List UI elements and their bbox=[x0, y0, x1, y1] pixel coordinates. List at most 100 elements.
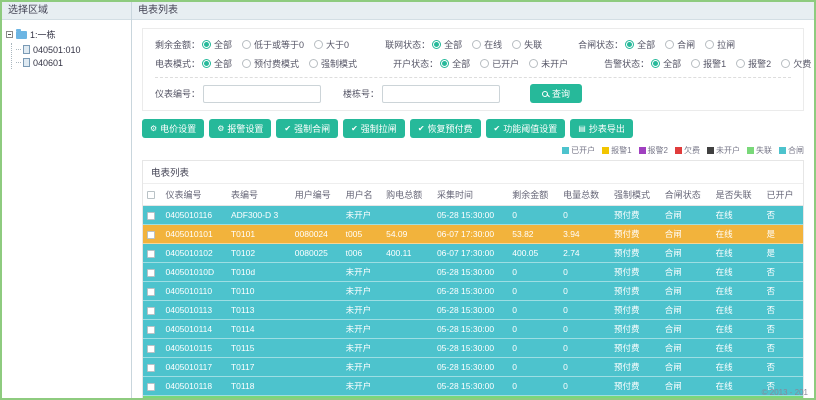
radio-option-alarm-status-3[interactable]: 欠费 bbox=[781, 59, 811, 69]
table-row[interactable]: 040501010D T010d 未开户 05-28 15:30:00 0 0 预付费 合闸在… bbox=[143, 262, 803, 282]
action-button-label: 强制合闸 bbox=[294, 124, 331, 134]
row-checkbox-cell bbox=[143, 243, 162, 263]
table-cell: 否 bbox=[762, 319, 803, 339]
radio-option-remaining-amount-1[interactable]: 低于或等于0 bbox=[242, 40, 304, 50]
table-cell bbox=[290, 300, 342, 320]
radio-label: 已开户 bbox=[492, 59, 520, 69]
status-legend: 已开户 报警1 报警2 欠费 未开户 失联 合闸 bbox=[142, 145, 804, 156]
restore-prepaid-button[interactable]: ✔ 恢复预付费 bbox=[409, 119, 481, 138]
table-cell: 040601010D bbox=[161, 395, 227, 398]
table-cell: 未开户 bbox=[341, 205, 383, 225]
filter-group-account-status: 开户状态： 全部 已开户 未开户 bbox=[393, 57, 578, 70]
row-checkbox-cell bbox=[143, 376, 162, 396]
radio-option-account-status-1[interactable]: 已开户 bbox=[480, 59, 519, 69]
row-checkbox[interactable] bbox=[147, 211, 155, 220]
table-cell: T0101 bbox=[226, 224, 291, 244]
export-readings-button[interactable]: ▤ 抄表导出 bbox=[570, 119, 633, 138]
table-cell bbox=[382, 319, 433, 339]
row-checkbox[interactable] bbox=[147, 306, 155, 315]
collapse-icon[interactable] bbox=[6, 31, 13, 38]
radio-option-switch-status-1[interactable]: 合闸 bbox=[665, 40, 695, 50]
table-row[interactable]: 0405010117 T0117 未开户 05-28 15:30:00 0 0 预付费 合闸在… bbox=[143, 357, 803, 377]
row-checkbox[interactable] bbox=[147, 344, 155, 353]
table-cell: 400.11 bbox=[382, 243, 433, 263]
radio-option-network-status-2[interactable]: 失联 bbox=[512, 40, 542, 50]
row-checkbox[interactable] bbox=[147, 382, 155, 391]
price-settings-button[interactable]: ⚙ 电价设置 bbox=[142, 119, 205, 138]
legend-item: 合闸 bbox=[779, 145, 804, 156]
table-row[interactable]: 040601010DT6010D0080020t001456.0006-07 1… bbox=[143, 395, 803, 398]
radio-option-meter-mode-2[interactable]: 强制模式 bbox=[309, 59, 357, 69]
filter-group-switch-status: 合闸状态： 全部 合闸 拉闸 bbox=[578, 38, 745, 51]
table-row[interactable]: 0405010101 T0101 0080024 t005 54.09 06-07 17:… bbox=[143, 224, 803, 244]
legend-item: 报警1 bbox=[602, 145, 632, 156]
table-row[interactable]: 0405010102 T0102 0080025 t006 400.11 06-07 17… bbox=[143, 243, 803, 263]
main-content: 剩余金额： 全部 低于或等于0 大于0 联网状态： 全部 在线 失联 合闸状态： 全部 合闸 拉闸 电… bbox=[132, 20, 814, 398]
table-cell: 0 bbox=[559, 357, 610, 377]
radio-option-remaining-amount-0[interactable]: 全部 bbox=[202, 40, 232, 50]
meter-number-input[interactable] bbox=[203, 84, 322, 103]
radio-option-switch-status-2[interactable]: 拉闸 bbox=[705, 40, 735, 50]
table-cell: T6010D bbox=[226, 395, 291, 398]
table-cell: 0405010116 bbox=[161, 205, 227, 225]
legend-swatch bbox=[638, 147, 646, 154]
table-cell: 否 bbox=[762, 357, 803, 377]
table-cell bbox=[290, 338, 342, 358]
table-row[interactable]: 0405010114 T0114 未开户 05-28 15:30:00 0 0 预付费 合闸在… bbox=[143, 319, 803, 339]
meter-table: 仪表编号 表编号 用户编号 用户名 购电总额 采集时间 剩余金额 电量总数 强制模式 合闸状态 是否… bbox=[143, 184, 803, 398]
radio-option-account-status-0[interactable]: 全部 bbox=[440, 59, 470, 69]
radio-option-network-status-0[interactable]: 全部 bbox=[432, 40, 462, 50]
radio-option-remaining-amount-2[interactable]: 大于0 bbox=[314, 40, 349, 50]
force-open-button[interactable]: ✔ 强制拉闸 bbox=[343, 119, 405, 138]
alarm-settings-button[interactable]: ⚙ 报警设置 bbox=[209, 119, 272, 138]
filter-label: 剩余金额： bbox=[155, 40, 201, 50]
radio-option-meter-mode-0[interactable]: 全部 bbox=[202, 59, 232, 69]
radio-option-alarm-status-1[interactable]: 报警1 bbox=[691, 59, 726, 69]
row-checkbox-cell bbox=[143, 224, 162, 244]
legend-swatch bbox=[747, 147, 754, 154]
radio-option-alarm-status-0[interactable]: 全部 bbox=[651, 59, 681, 69]
legend-label: 合闸 bbox=[788, 146, 804, 155]
row-checkbox[interactable] bbox=[147, 363, 155, 372]
filter-group-remaining-amount: 剩余金额： 全部 低于或等于0 大于0 bbox=[155, 38, 359, 51]
select-all-checkbox[interactable] bbox=[147, 191, 155, 200]
table-row[interactable]: 0405010116 ADF300-D 3 未开户 05-28 15:30:00 0 0 预… bbox=[143, 205, 803, 225]
radio-option-network-status-1[interactable]: 在线 bbox=[472, 40, 502, 50]
row-checkbox-cell bbox=[143, 357, 162, 377]
table-row[interactable]: 0405010118 T0118 未开户 05-28 15:30:00 0 0 预付费 合闸在… bbox=[143, 376, 803, 396]
building-number-input[interactable] bbox=[382, 84, 501, 103]
table-row[interactable]: 0405010113 T0113 未开户 05-28 15:30:00 0 0 预付费 合闸在… bbox=[143, 300, 803, 320]
table-cell: 合闸 bbox=[660, 281, 712, 301]
table-cell bbox=[382, 281, 433, 301]
search-button-label: 查询 bbox=[552, 89, 571, 99]
row-checkbox[interactable] bbox=[147, 230, 155, 239]
check-icon: ✔ bbox=[284, 123, 292, 133]
radio-label: 低于或等于0 bbox=[254, 40, 305, 50]
threshold-settings-button[interactable]: ✔ 功能阈值设置 bbox=[485, 119, 566, 138]
search-button[interactable]: 查询 bbox=[530, 84, 583, 103]
table-cell: 合闸 bbox=[660, 262, 712, 282]
radio-option-switch-status-0[interactable]: 全部 bbox=[625, 40, 655, 50]
tree-root-node[interactable]: 1:一栋 bbox=[6, 28, 127, 41]
tree-node[interactable]: 040601 bbox=[16, 56, 127, 69]
force-close-button[interactable]: ✔ 强制合闸 bbox=[276, 119, 339, 138]
table-cell: 是 bbox=[762, 224, 803, 244]
table-row[interactable]: 0405010115 T0115 未开户 05-28 15:30:00 0 0 预付费 合闸在… bbox=[143, 338, 803, 358]
row-checkbox[interactable] bbox=[147, 268, 155, 277]
radio-option-account-status-2[interactable]: 未开户 bbox=[529, 59, 568, 69]
radio-option-alarm-status-2[interactable]: 报警2 bbox=[736, 59, 771, 69]
legend-item: 未开户 bbox=[707, 145, 740, 156]
table-cell: 否 bbox=[762, 300, 803, 320]
table-cell: 在线 bbox=[711, 319, 763, 339]
tree-node[interactable]: 040501:010 bbox=[16, 43, 127, 56]
row-checkbox[interactable] bbox=[147, 325, 155, 334]
table-body: 0405010116 ADF300-D 3 未开户 05-28 15:30:00 0 0 预… bbox=[143, 205, 803, 398]
table-cell: t006 bbox=[341, 243, 383, 263]
radio-option-meter-mode-1[interactable]: 预付费模式 bbox=[242, 59, 299, 69]
row-checkbox[interactable] bbox=[147, 249, 155, 258]
table-cell bbox=[290, 319, 342, 339]
table-row[interactable]: 0405010110 T0110 未开户 05-28 15:30:00 0 0 预付费 合闸在… bbox=[143, 281, 803, 301]
column-header: 购电总额 bbox=[382, 184, 433, 206]
radio-label: 大于0 bbox=[326, 40, 350, 50]
row-checkbox[interactable] bbox=[147, 287, 155, 296]
